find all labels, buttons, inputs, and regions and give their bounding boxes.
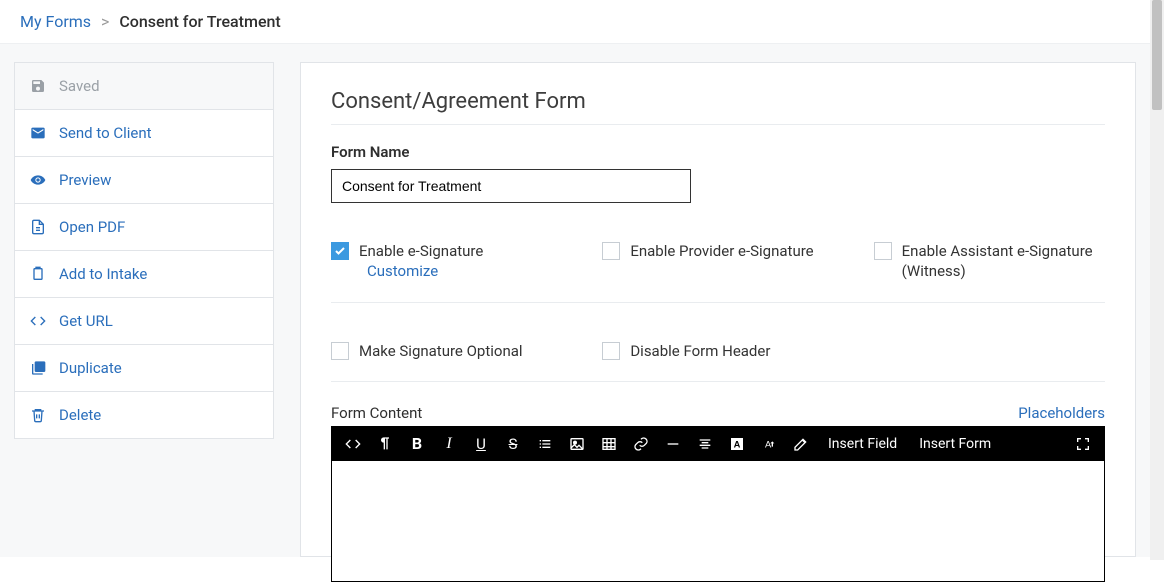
checkbox-disable-header[interactable] — [602, 342, 620, 360]
link-button[interactable] — [632, 433, 650, 455]
text-color-button[interactable]: A — [728, 433, 746, 455]
svg-text:A: A — [734, 439, 741, 449]
form-heading: Consent/Agreement Form — [331, 89, 1105, 125]
sidebar-send-label: Send to Client — [59, 124, 152, 142]
action-sidebar: Saved Send to Client Preview Open PDF Ad… — [14, 62, 274, 439]
edit-button[interactable] — [792, 433, 810, 455]
html-view-button[interactable] — [344, 433, 362, 455]
font-size-button[interactable]: A — [760, 433, 778, 455]
trash-icon — [29, 406, 47, 424]
insert-form-button[interactable]: Insert Form — [915, 433, 995, 455]
sidebar-openpdf-label: Open PDF — [59, 218, 125, 236]
form-name-input[interactable] — [331, 169, 691, 203]
sidebar-add-to-intake[interactable]: Add to Intake — [15, 251, 273, 298]
checkbox-enable-esignature[interactable] — [331, 242, 349, 260]
insert-field-button[interactable]: Insert Field — [824, 433, 901, 455]
save-icon — [29, 77, 47, 95]
checkbox-provider-esignature[interactable] — [602, 242, 620, 260]
placeholders-link[interactable]: Placeholders — [1018, 404, 1105, 422]
svg-text:A: A — [765, 439, 772, 449]
rich-text-editor: B I U S — [331, 426, 1105, 582]
editor-content-area[interactable] — [332, 461, 1104, 581]
italic-button[interactable]: I — [440, 433, 458, 455]
list-button[interactable] — [536, 433, 554, 455]
image-button[interactable] — [568, 433, 586, 455]
sidebar-saved-label: Saved — [59, 77, 100, 95]
editor-toolbar: B I U S — [332, 427, 1104, 461]
sidebar-saved-status: Saved — [15, 63, 273, 110]
vertical-scrollbar[interactable] — [1150, 0, 1164, 560]
duplicate-icon — [29, 359, 47, 377]
underline-button[interactable]: U — [472, 433, 490, 455]
breadcrumb-root-link[interactable]: My Forms — [20, 12, 91, 31]
horizontal-rule-button[interactable] — [664, 433, 682, 455]
breadcrumb-current: Consent for Treatment — [119, 12, 280, 31]
sidebar-preview-label: Preview — [59, 171, 111, 189]
envelope-icon — [29, 124, 47, 142]
clipboard-icon — [29, 265, 47, 283]
form-content-label: Form Content — [331, 404, 422, 422]
sidebar-open-pdf[interactable]: Open PDF — [15, 204, 273, 251]
sidebar-geturl-label: Get URL — [59, 312, 113, 330]
checkbox-assistant-esignature[interactable] — [874, 242, 892, 260]
sidebar-preview[interactable]: Preview — [15, 157, 273, 204]
label-signature-optional: Make Signature Optional — [359, 341, 523, 361]
form-name-label: Form Name — [331, 143, 1105, 161]
breadcrumb-separator: > — [101, 12, 109, 31]
code-icon — [29, 312, 47, 330]
sidebar-delete[interactable]: Delete — [15, 392, 273, 438]
sidebar-addintake-label: Add to Intake — [59, 265, 147, 283]
align-button[interactable] — [696, 433, 714, 455]
fullscreen-button[interactable] — [1074, 433, 1092, 455]
strikethrough-button[interactable]: S — [504, 433, 522, 455]
table-button[interactable] — [600, 433, 618, 455]
breadcrumb: My Forms > Consent for Treatment — [0, 0, 1164, 44]
sidebar-duplicate[interactable]: Duplicate — [15, 345, 273, 392]
label-provider-esignature: Enable Provider e-Signature — [630, 241, 813, 261]
checkbox-signature-optional[interactable] — [331, 342, 349, 360]
sidebar-get-url[interactable]: Get URL — [15, 298, 273, 345]
bold-button[interactable]: B — [408, 433, 426, 455]
eye-icon — [29, 171, 47, 189]
form-editor-panel: Consent/Agreement Form Form Name Enable … — [300, 62, 1136, 557]
label-disable-header: Disable Form Header — [630, 341, 770, 361]
file-icon — [29, 218, 47, 236]
sidebar-duplicate-label: Duplicate — [59, 359, 122, 377]
label-assistant-esignature: Enable Assistant e-Signature (Witness) — [902, 241, 1105, 282]
customize-esignature-link[interactable]: Customize — [367, 262, 438, 280]
sidebar-send-to-client[interactable]: Send to Client — [15, 110, 273, 157]
label-enable-esignature: Enable e-Signature — [359, 242, 483, 260]
scrollbar-thumb[interactable] — [1152, 0, 1162, 110]
sidebar-delete-label: Delete — [59, 406, 101, 424]
paragraph-button[interactable] — [376, 433, 394, 455]
